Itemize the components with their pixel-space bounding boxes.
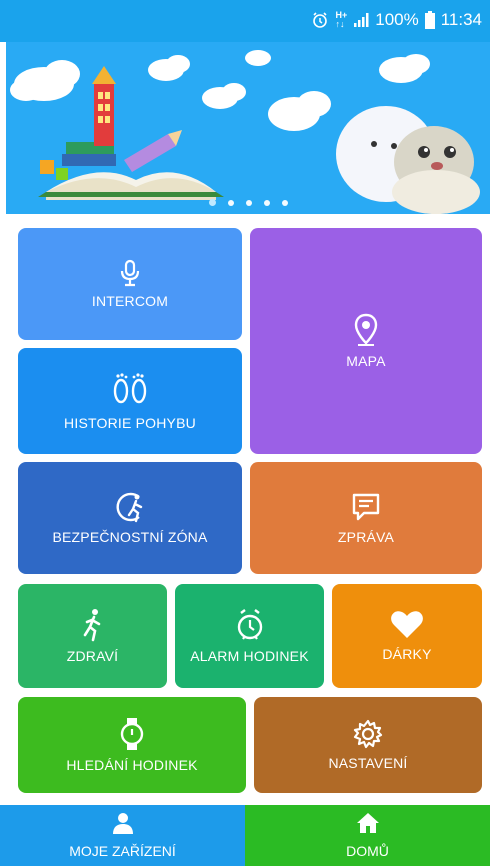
carousel-dot[interactable] [263, 200, 270, 206]
home-label: DOMŮ [346, 843, 389, 859]
hplus-network-icon: H+ ↑↓ [335, 10, 348, 29]
banner-carousel[interactable] [6, 42, 490, 214]
movement-history-label: HISTORIE POHYBU [64, 415, 196, 431]
battery-icon [424, 11, 435, 29]
settings-tile[interactable]: NASTAVENÍ [254, 697, 482, 793]
message-label: ZPRÁVA [337, 529, 395, 545]
gear-icon [353, 719, 383, 749]
my-devices-label: MOJE ZAŘÍZENÍ [69, 843, 176, 859]
my-devices-button[interactable]: MOJE ZAŘÍZENÍ [0, 805, 245, 866]
message-icon [350, 491, 382, 523]
carousel-indicator [6, 199, 490, 206]
carousel-dot[interactable] [281, 200, 288, 206]
safe-zone-tile[interactable]: BEZPEČNOSTNÍ ZÓNA [18, 462, 242, 574]
user-icon [111, 812, 135, 839]
intercom-tile[interactable]: INTERCOM [18, 228, 242, 340]
settings-label: NASTAVENÍ [328, 755, 408, 771]
health-label: ZDRAVÍ [66, 648, 119, 664]
banner-illustration [10, 50, 480, 214]
alarm-clock-tile-icon [235, 608, 265, 642]
map-tile[interactable]: MAPA [250, 228, 482, 454]
safe-zone-label: BEZPEČNOSTNÍ ZÓNA [52, 529, 208, 545]
gifts-tile[interactable]: DÁRKY [332, 584, 482, 688]
movement-history-tile[interactable]: HISTORIE POHYBU [18, 348, 242, 454]
carousel-dot[interactable] [245, 200, 252, 206]
bottom-navigation: MOJE ZAŘÍZENÍ DOMŮ [0, 805, 490, 866]
map-label: MAPA [346, 353, 386, 369]
microphone-icon [119, 259, 141, 287]
watch-alarm-tile[interactable]: ALARM HODINEK [175, 584, 324, 688]
home-icon [356, 812, 380, 839]
heart-icon [390, 610, 424, 640]
battery-percent: 100% [375, 10, 419, 29]
watch-alarm-label: ALARM HODINEK [190, 648, 309, 664]
clock-time: 11:34 [440, 10, 482, 29]
home-button[interactable]: DOMŮ [245, 805, 490, 866]
find-watch-tile[interactable]: HLEDÁNÍ HODINEK [18, 697, 246, 793]
signal-icon [353, 12, 369, 28]
alarm-clock-icon [311, 11, 329, 29]
status-bar: H+ ↑↓ 100% 11:34 [0, 0, 490, 42]
intercom-label: INTERCOM [91, 293, 169, 309]
watch-icon [119, 717, 145, 751]
message-tile[interactable]: ZPRÁVA [250, 462, 482, 574]
carousel-dot[interactable] [227, 200, 234, 206]
footprints-icon [110, 371, 150, 409]
carousel-dot-active[interactable] [208, 199, 216, 206]
running-person-icon [80, 608, 106, 642]
gifts-label: DÁRKY [382, 646, 432, 662]
health-tile[interactable]: ZDRAVÍ [18, 584, 167, 688]
map-pin-icon [353, 313, 379, 347]
find-watch-label: HLEDÁNÍ HODINEK [66, 757, 198, 773]
safe-zone-icon [113, 491, 147, 523]
